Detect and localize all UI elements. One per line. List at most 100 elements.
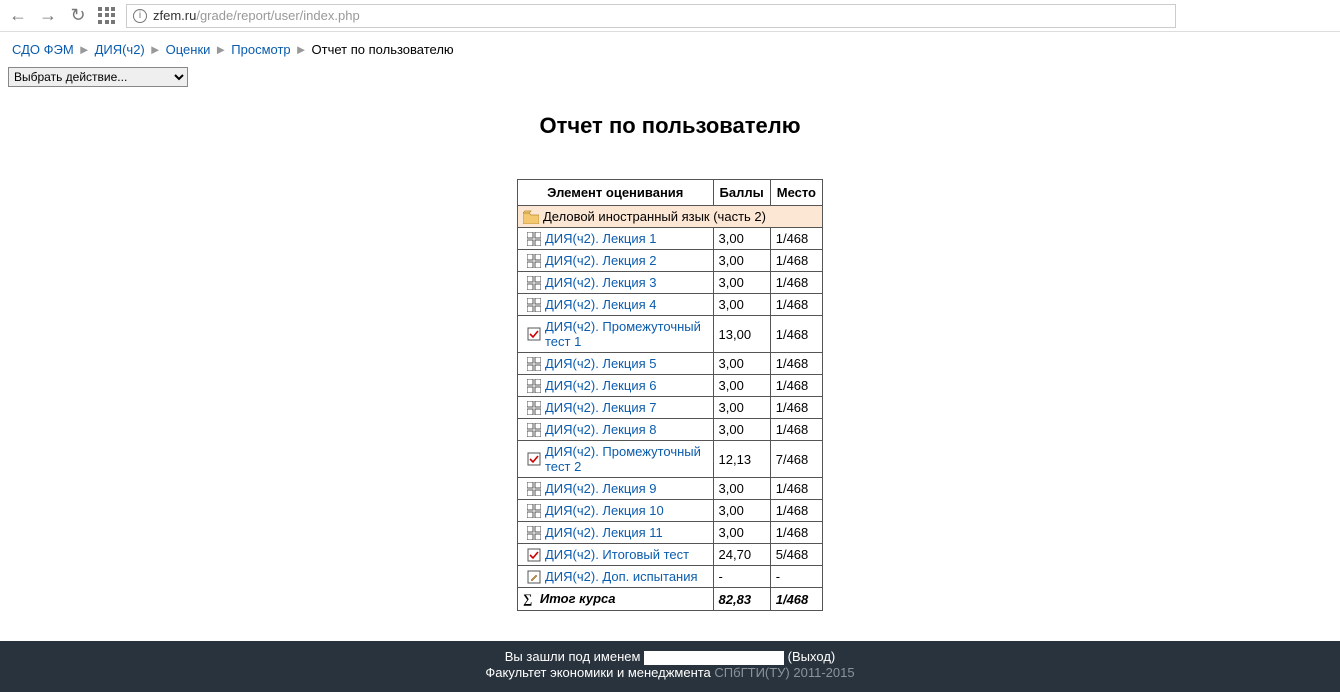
grade-item-link[interactable]: ДИЯ(ч2). Итоговый тест [545, 547, 689, 562]
table-row: ДИЯ(ч2). Итоговый тест 24,705/468 [518, 544, 823, 566]
place-cell: 1/468 [770, 375, 822, 397]
place-cell: 1/468 [770, 228, 822, 250]
table-row: ДИЯ(ч2). Лекция 113,001/468 [518, 522, 823, 544]
score-cell: 3,00 [713, 250, 770, 272]
grade-item-link[interactable]: ДИЯ(ч2). Лекция 11 [545, 525, 663, 540]
folder-label: Деловой иностранный язык (часть 2) [543, 209, 766, 224]
header-item: Элемент оценивания [518, 180, 714, 206]
grade-item-link[interactable]: ДИЯ(ч2). Лекция 2 [545, 253, 656, 268]
place-cell: 1/468 [770, 294, 822, 316]
footer: Вы зашли под именем (Выход) Факультет эк… [0, 641, 1340, 692]
lesson-icon [527, 357, 541, 371]
grade-item-link[interactable]: ДИЯ(ч2). Лекция 6 [545, 378, 656, 393]
grade-item-link[interactable]: ДИЯ(ч2). Доп. испытания [545, 569, 698, 584]
lesson-icon [527, 254, 541, 268]
place-cell: 1/468 [770, 316, 822, 353]
grade-item-link[interactable]: ДИЯ(ч2). Лекция 10 [545, 503, 664, 518]
breadcrumb-link[interactable]: ДИЯ(ч2) [95, 42, 145, 57]
breadcrumb-current: Отчет по пользователю [312, 42, 454, 57]
place-cell: 1/468 [770, 272, 822, 294]
total-row: ∑ Итог курса 82,831/468 [518, 588, 823, 611]
table-row: ДИЯ(ч2). Лекция 1 3,001/468 [518, 228, 823, 250]
lesson-icon [527, 504, 541, 518]
place-cell: 1/468 [770, 522, 822, 544]
score-cell: 3,00 [713, 353, 770, 375]
lesson-icon [527, 526, 541, 540]
place-cell: 1/468 [770, 500, 822, 522]
score-cell: 3,00 [713, 228, 770, 250]
action-select-wrap: Выбрать действие... [8, 67, 1330, 87]
grade-item-link[interactable]: ДИЯ(ч2). Лекция 7 [545, 400, 656, 415]
lesson-icon [527, 379, 541, 393]
grade-item-link[interactable]: ДИЯ(ч2). Лекция 5 [545, 356, 656, 371]
score-cell: 3,00 [713, 419, 770, 441]
lesson-icon [527, 401, 541, 415]
page-title: Отчет по пользователю [0, 113, 1340, 139]
breadcrumb-sep: ► [214, 42, 227, 57]
reload-button[interactable]: ↻ [68, 6, 88, 26]
table-row: ДИЯ(ч2). Доп. испытания-- [518, 566, 823, 588]
breadcrumb-sep: ► [295, 42, 308, 57]
lesson-icon [527, 232, 541, 246]
lesson-icon [527, 298, 541, 312]
url-text: zfem.ru/grade/report/user/index.php [153, 8, 360, 23]
url-bar[interactable]: i zfem.ru/grade/report/user/index.php [126, 4, 1176, 28]
grade-report-table: Элемент оценивания Баллы Место Деловой и… [517, 179, 823, 611]
score-cell: 3,00 [713, 375, 770, 397]
table-row: ДИЯ(ч2). Лекция 53,001/468 [518, 353, 823, 375]
logged-text: Вы зашли под именем [505, 649, 644, 664]
place-cell: 1/468 [770, 419, 822, 441]
total-place: 1/468 [770, 588, 822, 611]
pencil-icon [527, 570, 541, 584]
score-cell: 3,00 [713, 294, 770, 316]
back-button[interactable]: ← [8, 6, 28, 26]
header-place: Место [770, 180, 822, 206]
breadcrumb-link[interactable]: Просмотр [231, 42, 290, 57]
place-cell: 1/468 [770, 250, 822, 272]
total-label: Итог курса [540, 591, 616, 606]
total-score: 82,83 [713, 588, 770, 611]
logout-wrap: (Выход) [788, 649, 836, 664]
faculty-text: Факультет экономики и менеджмента [485, 665, 714, 680]
header-score: Баллы [713, 180, 770, 206]
sigma-icon: ∑ [523, 591, 536, 606]
folder-row: Деловой иностранный язык (часть 2) [518, 206, 823, 228]
table-row: ДИЯ(ч2). Лекция 2 3,001/468 [518, 250, 823, 272]
logout-link[interactable]: Выход [792, 649, 831, 664]
forward-button[interactable]: → [38, 6, 58, 26]
place-cell: 7/468 [770, 441, 822, 478]
table-row: ДИЯ(ч2). Лекция 4 3,001/468 [518, 294, 823, 316]
grade-item-link[interactable]: ДИЯ(ч2). Промежуточный тест 2 [545, 444, 708, 474]
test-icon [527, 548, 541, 562]
breadcrumb-link[interactable]: Оценки [166, 42, 211, 57]
place-cell: 1/468 [770, 397, 822, 419]
table-row: ДИЯ(ч2). Лекция 103,001/468 [518, 500, 823, 522]
breadcrumb: СДО ФЭМ►ДИЯ(ч2)►Оценки►Просмотр►Отчет по… [0, 32, 1340, 63]
grade-item-link[interactable]: ДИЯ(ч2). Промежуточный тест 1 [545, 319, 708, 349]
grade-item-link[interactable]: ДИЯ(ч2). Лекция 1 [545, 231, 656, 246]
test-icon [527, 452, 541, 466]
apps-icon[interactable] [98, 7, 116, 25]
place-cell: 5/468 [770, 544, 822, 566]
score-cell: 13,00 [713, 316, 770, 353]
grade-item-link[interactable]: ДИЯ(ч2). Лекция 9 [545, 481, 656, 496]
score-cell: - [713, 566, 770, 588]
lesson-icon [527, 482, 541, 496]
breadcrumb-sep: ► [149, 42, 162, 57]
breadcrumb-sep: ► [78, 42, 91, 57]
score-cell: 3,00 [713, 397, 770, 419]
test-icon [527, 327, 541, 341]
breadcrumb-link[interactable]: СДО ФЭМ [12, 42, 74, 57]
grade-item-link[interactable]: ДИЯ(ч2). Лекция 8 [545, 422, 656, 437]
folder-icon [523, 210, 539, 224]
grade-item-link[interactable]: ДИЯ(ч2). Лекция 3 [545, 275, 656, 290]
browser-toolbar: ← → ↻ i zfem.ru/grade/report/user/index.… [0, 0, 1340, 32]
score-cell: 24,70 [713, 544, 770, 566]
lesson-icon [527, 276, 541, 290]
grade-item-link[interactable]: ДИЯ(ч2). Лекция 4 [545, 297, 656, 312]
site-info-icon[interactable]: i [133, 9, 147, 23]
table-row: ДИЯ(ч2). Лекция 93,001/468 [518, 478, 823, 500]
action-select[interactable]: Выбрать действие... [8, 67, 188, 87]
table-row: ДИЯ(ч2). Лекция 6 3,001/468 [518, 375, 823, 397]
lesson-icon [527, 423, 541, 437]
